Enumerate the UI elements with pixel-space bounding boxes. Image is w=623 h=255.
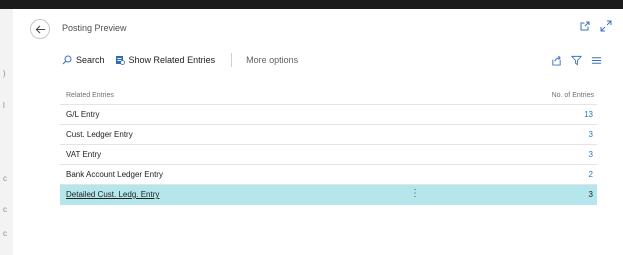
background-page-edge: ) l c c c <box>0 9 14 255</box>
expand-icon[interactable] <box>600 20 612 32</box>
table-row[interactable]: G/L Entry 13 <box>60 105 597 125</box>
more-options-button[interactable]: More options <box>246 55 298 65</box>
entry-count[interactable]: 2 <box>589 170 593 179</box>
table-row[interactable]: VAT Entry 3 <box>60 145 597 165</box>
entry-name[interactable]: Cust. Ledger Entry <box>66 130 133 139</box>
table-row[interactable]: Bank Account Ledger Entry 2 <box>60 165 597 185</box>
column-header-no-of-entries[interactable]: No. of Entries <box>552 92 594 104</box>
show-related-entries-label: Show Related Entries <box>128 55 216 65</box>
search-button[interactable]: Search <box>62 55 105 65</box>
posting-preview-dialog: Posting Preview Search Show Related Entr… <box>13 9 623 255</box>
entry-count[interactable]: 3 <box>589 150 593 159</box>
entry-name[interactable]: Bank Account Ledger Entry <box>66 170 163 179</box>
list-view-icon[interactable] <box>591 55 602 66</box>
entry-name[interactable]: VAT Entry <box>66 150 101 159</box>
table-header: Related Entries No. of Entries <box>60 92 597 105</box>
entry-name[interactable]: Detailed Cust. Ledg. Entry <box>66 190 159 199</box>
entry-count[interactable]: 13 <box>584 110 593 119</box>
show-related-entries-button[interactable]: Show Related Entries <box>115 55 216 65</box>
entry-count[interactable]: 3 <box>589 190 593 199</box>
related-entries-icon <box>115 56 125 65</box>
window-controls <box>579 20 612 32</box>
toolbar-right-actions <box>551 55 602 66</box>
page-title: Posting Preview <box>62 23 127 33</box>
back-arrow-icon <box>35 24 45 34</box>
row-menu-icon[interactable]: ⋮ <box>410 188 420 199</box>
action-toolbar: Search Show Related Entries More options <box>62 52 602 68</box>
back-button[interactable] <box>30 19 50 39</box>
related-entries-table: Related Entries No. of Entries G/L Entry… <box>60 92 597 205</box>
search-icon <box>62 55 72 65</box>
toolbar-divider <box>231 53 233 67</box>
open-in-new-window-icon[interactable] <box>579 20 591 32</box>
search-label: Search <box>76 55 105 65</box>
filter-icon[interactable] <box>571 55 582 66</box>
column-header-related-entries[interactable]: Related Entries <box>66 92 114 104</box>
share-icon[interactable] <box>551 55 562 66</box>
entry-name[interactable]: G/L Entry <box>66 110 100 119</box>
browser-top-strip <box>0 0 623 9</box>
table-row-selected[interactable]: Detailed Cust. Ledg. Entry ⋮ 3 <box>60 185 597 205</box>
table-row[interactable]: Cust. Ledger Entry 3 <box>60 125 597 145</box>
entry-count[interactable]: 3 <box>589 130 593 139</box>
